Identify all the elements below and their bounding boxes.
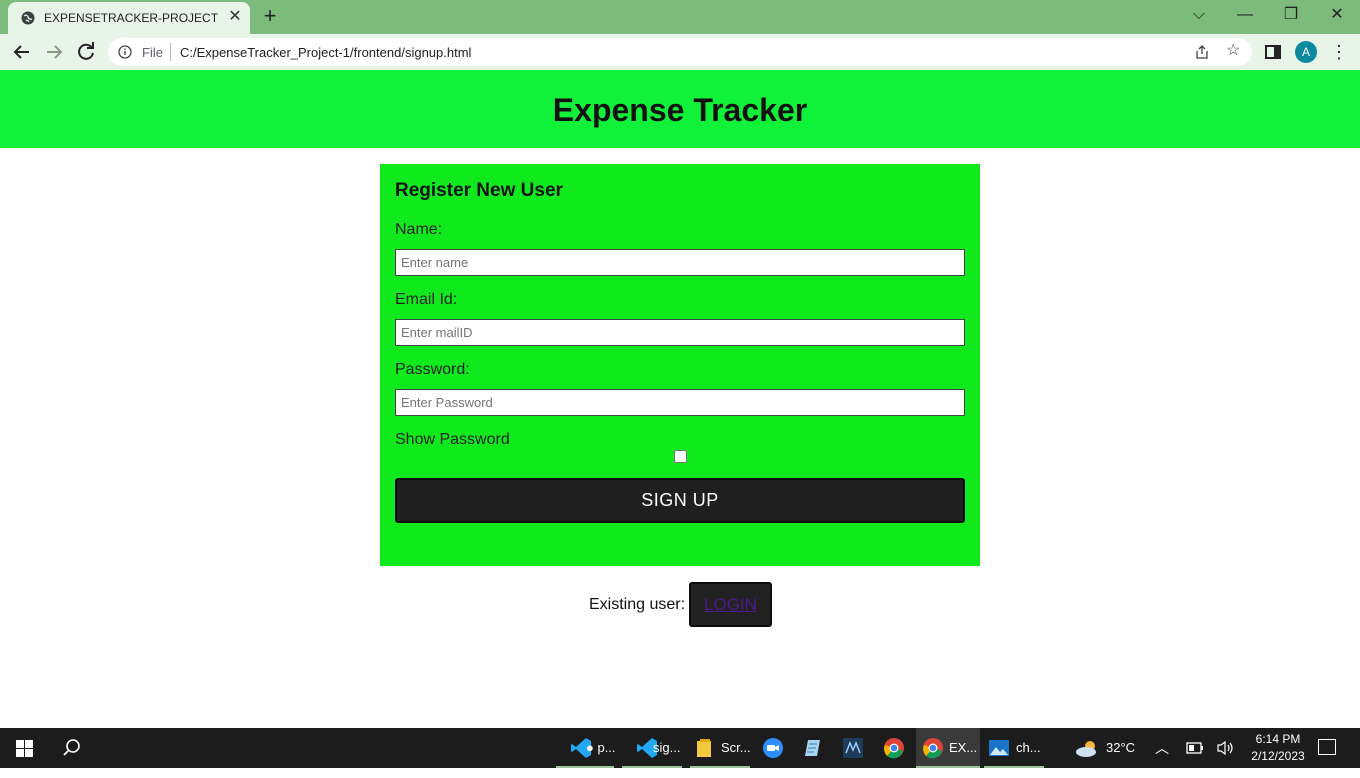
show-hidden-icons-chevron-icon[interactable]: ︿: [1155, 738, 1169, 778]
bookmark-star-icon[interactable]: ☆: [1226, 43, 1242, 59]
taskbar-app-label: EX...: [949, 740, 978, 755]
taskbar-app-file-explorer[interactable]: Scr...: [690, 728, 751, 768]
folder-icon: [697, 739, 711, 757]
profile-avatar[interactable]: A: [1295, 41, 1317, 63]
login-link[interactable]: LOGIN: [704, 595, 757, 614]
database-workbench-icon: [843, 738, 863, 758]
login-button[interactable]: LOGIN: [689, 582, 772, 627]
weather-temperature: 32°C: [1106, 740, 1136, 755]
minimize-icon[interactable]: —: [1230, 3, 1260, 27]
taskbar-app-chrome-active[interactable]: EX...: [916, 728, 980, 768]
weather-cloud-icon: [1076, 741, 1096, 757]
globe-icon: [21, 11, 35, 25]
form-title: Register New User: [395, 180, 563, 201]
address-scheme: File: [142, 45, 163, 60]
taskbar-app-label: ch...: [1016, 740, 1041, 755]
taskbar-app-label: ● p...: [586, 740, 616, 755]
notification-center-icon[interactable]: [1318, 739, 1336, 755]
chrome-icon: [923, 738, 943, 759]
taskbar-app-photos[interactable]: ch...: [984, 728, 1044, 768]
password-input[interactable]: [395, 389, 965, 416]
site-header: Expense Tracker: [0, 70, 1360, 148]
register-form: Register New User Name: Email Id: Passwo…: [380, 164, 980, 566]
name-label: Name:: [395, 221, 443, 238]
taskbar-app-notepad[interactable]: [792, 728, 832, 768]
photos-icon: [989, 740, 1009, 756]
page-content: Expense Tracker Register New User Name: …: [0, 70, 1360, 728]
system-clock[interactable]: 6:14 PM 2/12/2023: [1248, 731, 1308, 765]
restore-icon[interactable]: ❐: [1276, 3, 1306, 27]
taskbar-app-vscode[interactable]: sig...: [622, 728, 682, 768]
browser-tab[interactable]: EXPENSETRACKER-PROJECT ✕: [8, 2, 250, 34]
browser-menu-icon[interactable]: ⋮: [1330, 42, 1348, 62]
browser-toolbar: File C:/ExpenseTracker_Project-1/fronten…: [0, 34, 1360, 70]
email-input[interactable]: [395, 319, 965, 346]
name-input[interactable]: [395, 249, 965, 276]
windows-start-icon[interactable]: [16, 740, 33, 757]
battery-icon[interactable]: [1186, 742, 1204, 754]
forward-arrow-icon[interactable]: [42, 40, 66, 64]
address-url[interactable]: C:/ExpenseTracker_Project-1/frontend/sig…: [180, 45, 471, 60]
taskbar-app-vscode[interactable]: ● p...: [556, 728, 616, 768]
clock-date: 2/12/2023: [1251, 749, 1305, 763]
window-close-icon[interactable]: ✕: [1322, 3, 1352, 27]
tab-title: EXPENSETRACKER-PROJECT: [44, 11, 219, 25]
new-tab-plus-icon[interactable]: +: [258, 5, 282, 29]
page-title: Expense Tracker: [552, 92, 808, 128]
clock-time: 6:14 PM: [1255, 732, 1301, 746]
existing-user-text: Existing user:: [589, 596, 686, 613]
windows-taskbar: ● p... sig... Scr... EX... ch... 32°C ︿ …: [0, 728, 1360, 768]
weather-widget[interactable]: 32°C: [1072, 728, 1142, 768]
taskbar-app-label: Scr...: [721, 740, 751, 755]
side-panel-icon[interactable]: [1265, 45, 1281, 59]
show-password-checkbox[interactable]: [674, 450, 687, 463]
site-info-icon[interactable]: [118, 45, 132, 59]
speaker-volume-icon[interactable]: [1216, 740, 1236, 756]
browser-tab-bar: EXPENSETRACKER-PROJECT ✕ + ⌵ — ❐ ✕: [0, 0, 1360, 34]
back-arrow-icon[interactable]: [10, 40, 34, 64]
search-icon[interactable]: [62, 738, 82, 758]
reload-icon[interactable]: [74, 40, 98, 64]
tab-search-chevron-icon[interactable]: ⌵: [1184, 3, 1214, 27]
tab-close-icon[interactable]: ✕: [226, 8, 244, 26]
email-label: Email Id:: [395, 291, 458, 308]
password-label: Password:: [395, 361, 470, 378]
address-separator: [170, 43, 171, 61]
notepad-icon: [805, 740, 820, 756]
taskbar-app-label: sig...: [653, 740, 681, 755]
chrome-icon: [884, 738, 904, 759]
signup-button[interactable]: SIGN UP: [395, 478, 965, 523]
taskbar-app-chrome[interactable]: [874, 728, 914, 768]
taskbar-app-mysql-workbench[interactable]: [832, 728, 874, 768]
share-icon[interactable]: [1194, 44, 1210, 60]
show-password-label: Show Password: [395, 431, 510, 448]
zoom-camera-icon: [763, 738, 783, 758]
taskbar-app-zoom[interactable]: [752, 728, 792, 768]
address-bar[interactable]: File C:/ExpenseTracker_Project-1/fronten…: [108, 38, 1252, 66]
